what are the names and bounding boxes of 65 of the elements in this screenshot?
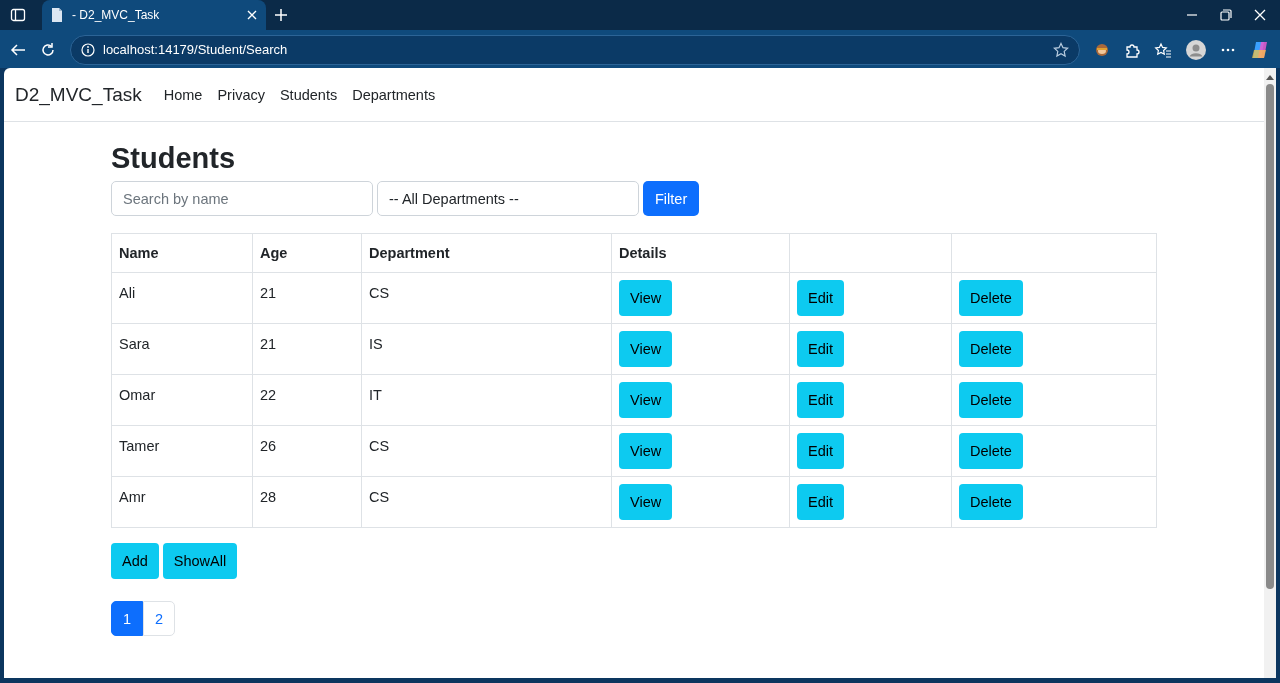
delete-button[interactable]: Delete <box>959 382 1023 418</box>
table-cell: 28 <box>252 476 362 528</box>
browser-tab[interactable]: - D2_MVC_Task <box>42 0 266 30</box>
page-icon[interactable] <box>50 7 64 23</box>
table-cell: Amr <box>111 476 253 528</box>
url-text: localhost:14179/Student/Search <box>103 42 289 57</box>
page-link[interactable]: 1 <box>111 601 143 636</box>
page-title: Students <box>111 142 237 175</box>
info-icon[interactable] <box>81 42 95 57</box>
edit-button[interactable]: Edit <box>797 331 844 367</box>
department-select[interactable]: -- All Departments -- <box>377 181 639 216</box>
edit-button[interactable]: Edit <box>797 433 844 469</box>
table-cell: Ali <box>111 272 253 324</box>
sidebar-icon[interactable] <box>10 7 26 23</box>
table-cell: 21 <box>252 323 362 375</box>
close-icon[interactable] <box>1254 9 1266 21</box>
delete-button[interactable]: Delete <box>959 280 1023 316</box>
show-all-button[interactable]: ShowAll <box>162 543 238 579</box>
view-button[interactable]: View <box>619 382 673 418</box>
brand-link[interactable]: D2_MVC_Task <box>15 83 142 106</box>
column-header: Department <box>361 233 612 273</box>
star-icon[interactable] <box>1053 41 1069 58</box>
column-header: Details <box>611 233 790 273</box>
table-cell: Tamer <box>111 425 253 477</box>
favorites-icon[interactable] <box>1154 41 1172 58</box>
filter-button[interactable]: Filter <box>643 181 700 216</box>
table-cell: CS <box>361 272 612 324</box>
avatar-icon[interactable] <box>1186 39 1206 60</box>
page-link[interactable]: 2 <box>143 601 175 636</box>
table-cell: Sara <box>111 323 253 375</box>
view-button[interactable]: View <box>619 280 673 316</box>
nav-link[interactable]: Privacy <box>217 86 265 103</box>
table-cell: 22 <box>252 374 362 426</box>
delete-button[interactable]: Delete <box>959 484 1023 520</box>
nav-link[interactable]: Home <box>163 86 203 103</box>
delete-button[interactable]: Delete <box>959 433 1023 469</box>
puzzle-icon[interactable] <box>1124 41 1140 58</box>
table-cell: IS <box>361 323 612 375</box>
column-header: Name <box>111 233 253 273</box>
back-icon[interactable] <box>10 41 26 58</box>
column-header: Age <box>252 233 362 273</box>
view-button[interactable]: View <box>619 433 673 469</box>
table-cell: CS <box>361 425 612 477</box>
search-field[interactable]: Search by name <box>111 181 373 216</box>
table-cell: Omar <box>111 374 253 426</box>
add-button[interactable]: Add <box>111 543 159 579</box>
edit-button[interactable]: Edit <box>797 280 844 316</box>
new-tab-icon[interactable] <box>274 8 288 22</box>
scroll-up-icon[interactable] <box>1266 74 1274 80</box>
nav-link[interactable]: Departments <box>352 86 436 103</box>
edit-button[interactable]: Edit <box>797 382 844 418</box>
table-cell: 26 <box>252 425 362 477</box>
nav-link[interactable]: Students <box>279 86 338 103</box>
refresh-icon[interactable] <box>40 41 56 58</box>
table-cell: 21 <box>252 272 362 324</box>
edit-button[interactable]: Edit <box>797 484 844 520</box>
table-cell: IT <box>361 374 612 426</box>
close-icon[interactable] <box>246 9 258 21</box>
address-bar[interactable]: localhost:14179/Student/Search <box>70 34 1080 65</box>
restore-icon[interactable] <box>1220 9 1232 21</box>
delete-button[interactable]: Delete <box>959 331 1023 367</box>
view-button[interactable]: View <box>619 484 673 520</box>
view-button[interactable]: View <box>619 331 673 367</box>
table-cell: CS <box>361 476 612 528</box>
scrollbar-thumb[interactable] <box>1266 84 1274 589</box>
